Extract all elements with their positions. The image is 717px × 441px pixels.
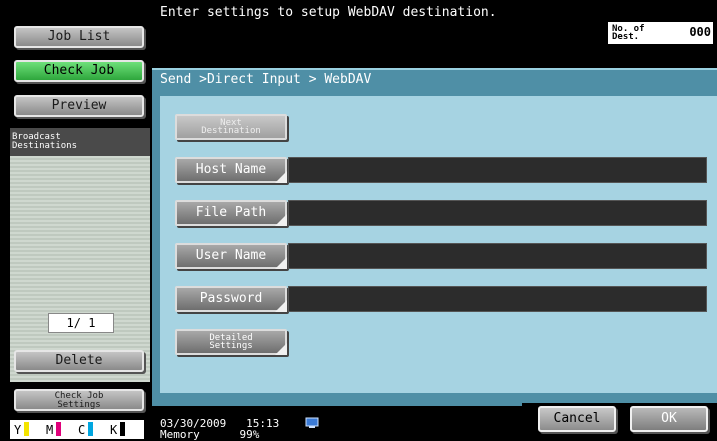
toner-c-label: C (78, 423, 86, 437)
password-label: Password (199, 291, 263, 306)
next-destination-button[interactable]: Next Destination (175, 114, 287, 140)
toner-c-level (88, 422, 93, 436)
file-path-field[interactable] (288, 200, 707, 226)
host-name-label: Host Name (195, 162, 267, 177)
check-job-button[interactable]: Check Job (14, 60, 144, 82)
file-path-label: File Path (195, 205, 267, 220)
toner-indicator: Y M C K (10, 420, 144, 439)
broadcast-destinations-list[interactable] (10, 156, 150, 382)
password-field[interactable] (288, 286, 707, 312)
toner-m-label: M (46, 423, 54, 437)
password-button[interactable]: Password (175, 286, 287, 312)
breadcrumb: Send >Direct Input > WebDAV (160, 72, 372, 87)
host-name-button[interactable]: Host Name (175, 157, 287, 183)
user-name-label: User Name (195, 248, 267, 263)
host-name-field[interactable] (288, 157, 707, 183)
panel-bottom-edge (152, 400, 522, 406)
page-counter: 1/ 1 (48, 313, 114, 333)
cancel-button[interactable]: Cancel (538, 406, 616, 432)
broadcast-destinations-header: Broadcast Destinations (10, 128, 150, 156)
memory-label: Memory (160, 428, 200, 441)
ok-button[interactable]: OK (630, 406, 708, 432)
destination-count: No. of Dest. 000 (608, 22, 713, 44)
dest-count-value: 000 (689, 25, 711, 39)
detailed-settings-label: Detailed Settings (209, 333, 253, 351)
delete-button[interactable]: Delete (14, 350, 144, 372)
preview-button[interactable]: Preview (14, 95, 144, 117)
memory-value: 99% (239, 428, 260, 441)
network-icon (305, 414, 319, 428)
user-name-button[interactable]: User Name (175, 243, 287, 269)
user-name-field[interactable] (288, 243, 707, 269)
toner-k-level (120, 422, 125, 436)
dest-count-label: No. of Dest. (612, 24, 645, 42)
date-time: 03/30/2009 15:13 Memory 99% (160, 418, 279, 440)
toner-y-level (24, 422, 29, 436)
toner-m-level (56, 422, 61, 436)
detailed-settings-button[interactable]: Detailed Settings (175, 329, 287, 355)
file-path-button[interactable]: File Path (175, 200, 287, 226)
toner-y-label: Y (14, 423, 22, 437)
check-job-settings-button[interactable]: Check Job Settings (14, 389, 144, 411)
job-list-button[interactable]: Job List (14, 26, 144, 48)
toner-k-label: K (110, 423, 118, 437)
